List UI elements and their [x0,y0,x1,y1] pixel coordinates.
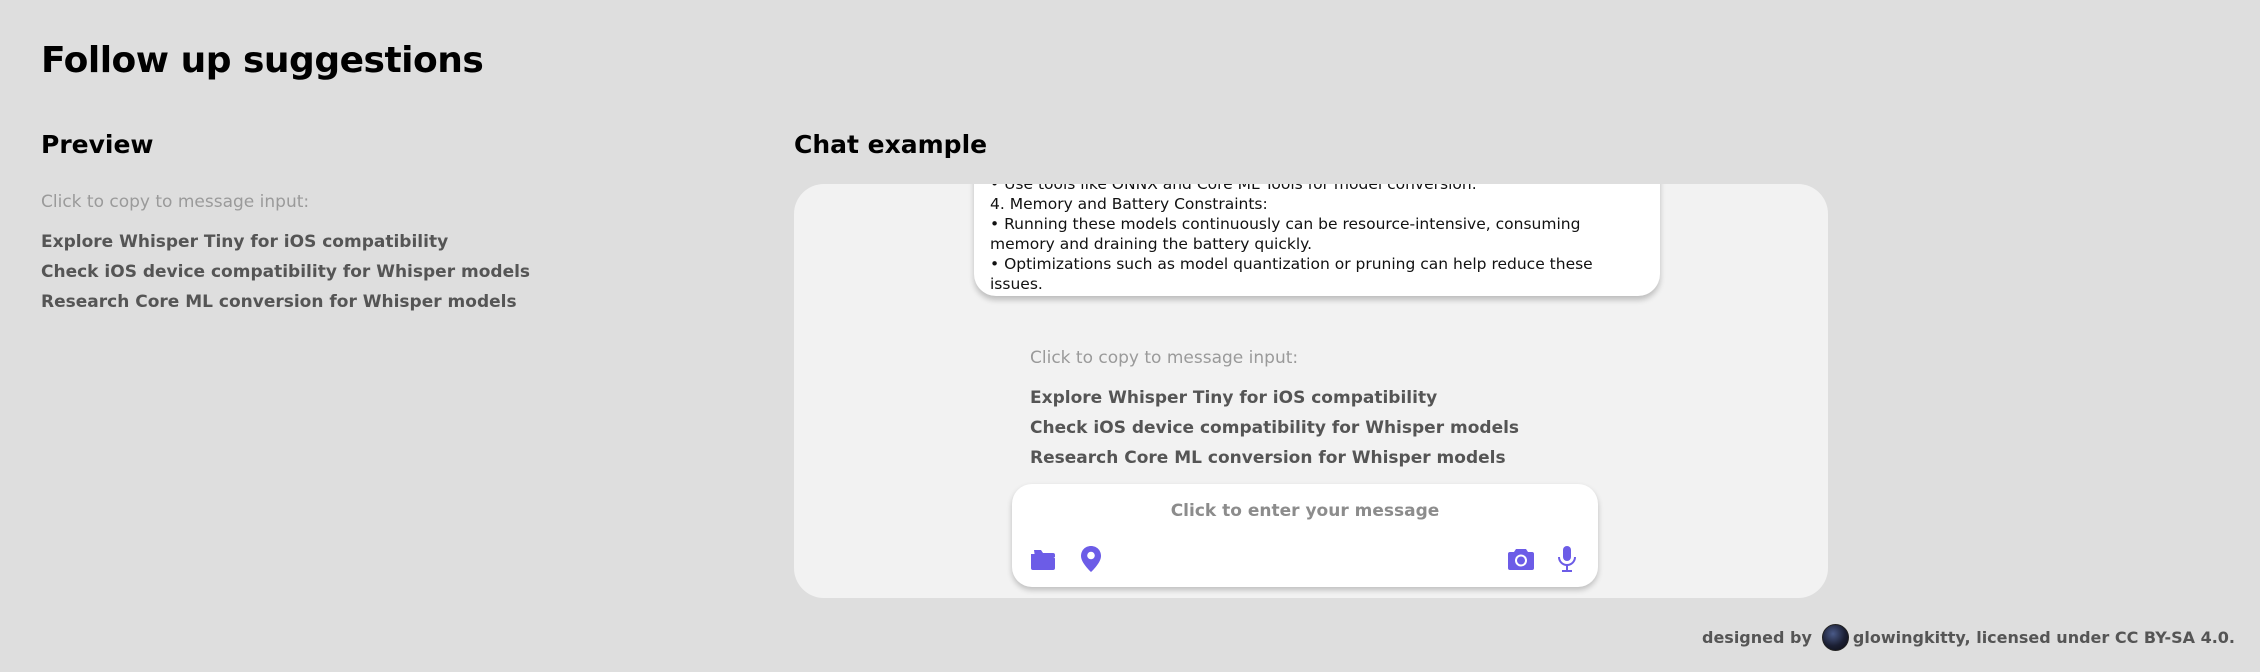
preview-copy-hint: Click to copy to message input: [41,192,310,212]
page-title: Follow up suggestions [41,40,484,81]
chat-copy-hint: Click to copy to message input: [1030,348,1299,368]
chat-panel: • Use tools like ONNX and Core ML Tools … [794,184,1828,598]
camera-icon [1507,547,1535,571]
chat-suggestion-1[interactable]: Explore Whisper Tiny for iOS compatibili… [1030,383,1519,413]
chat-suggestions: Click to copy to message input: Explore … [1030,348,1519,473]
page: Follow up suggestions Preview Click to c… [0,0,2260,672]
chat-suggestion-2[interactable]: Check iOS device compatibility for Whisp… [1030,413,1519,443]
assistant-message: • Use tools like ONNX and Core ML Tools … [974,184,1660,296]
camera-button[interactable] [1506,544,1536,574]
message-line: 4. Memory and Battery Constraints: [990,195,1268,213]
designed-by-label: designed by [1701,628,1812,647]
location-button[interactable] [1076,544,1106,574]
preview-section-title: Preview [41,130,154,159]
chat-suggestion-3[interactable]: Research Core ML conversion for Whisper … [1030,443,1519,473]
message-line: issues. [990,275,1043,293]
designer-credit[interactable]: glowingkitty, licensed under CC BY-SA 4.… [1853,628,2235,647]
preview-suggestions: Click to copy to message input: Explore … [41,192,530,317]
folder-button[interactable] [1028,544,1058,574]
chat-section-title: Chat example [794,130,988,159]
microphone-icon [1556,545,1578,573]
message-line: • Use tools like ONNX and Core ML Tools … [990,184,1477,193]
message-line: memory and draining the battery quickly. [990,235,1313,253]
designer-avatar [1821,624,1849,651]
message-input-box[interactable]: Click to enter your message [1012,484,1598,587]
microphone-button[interactable] [1552,544,1582,574]
footer-credit: designed by glowingkitty, licensed under… [1702,624,2235,651]
folder-icon [1029,547,1057,571]
message-line: • Running these models continuously can … [990,215,1581,233]
message-input[interactable]: Click to enter your message [1012,501,1598,521]
preview-suggestion-1[interactable]: Explore Whisper Tiny for iOS compatibili… [41,227,530,257]
message-line: • Optimizations such as model quantizati… [990,255,1593,273]
location-pin-icon [1080,545,1102,573]
preview-suggestion-3[interactable]: Research Core ML conversion for Whisper … [41,287,530,317]
preview-suggestion-2[interactable]: Check iOS device compatibility for Whisp… [41,257,530,287]
